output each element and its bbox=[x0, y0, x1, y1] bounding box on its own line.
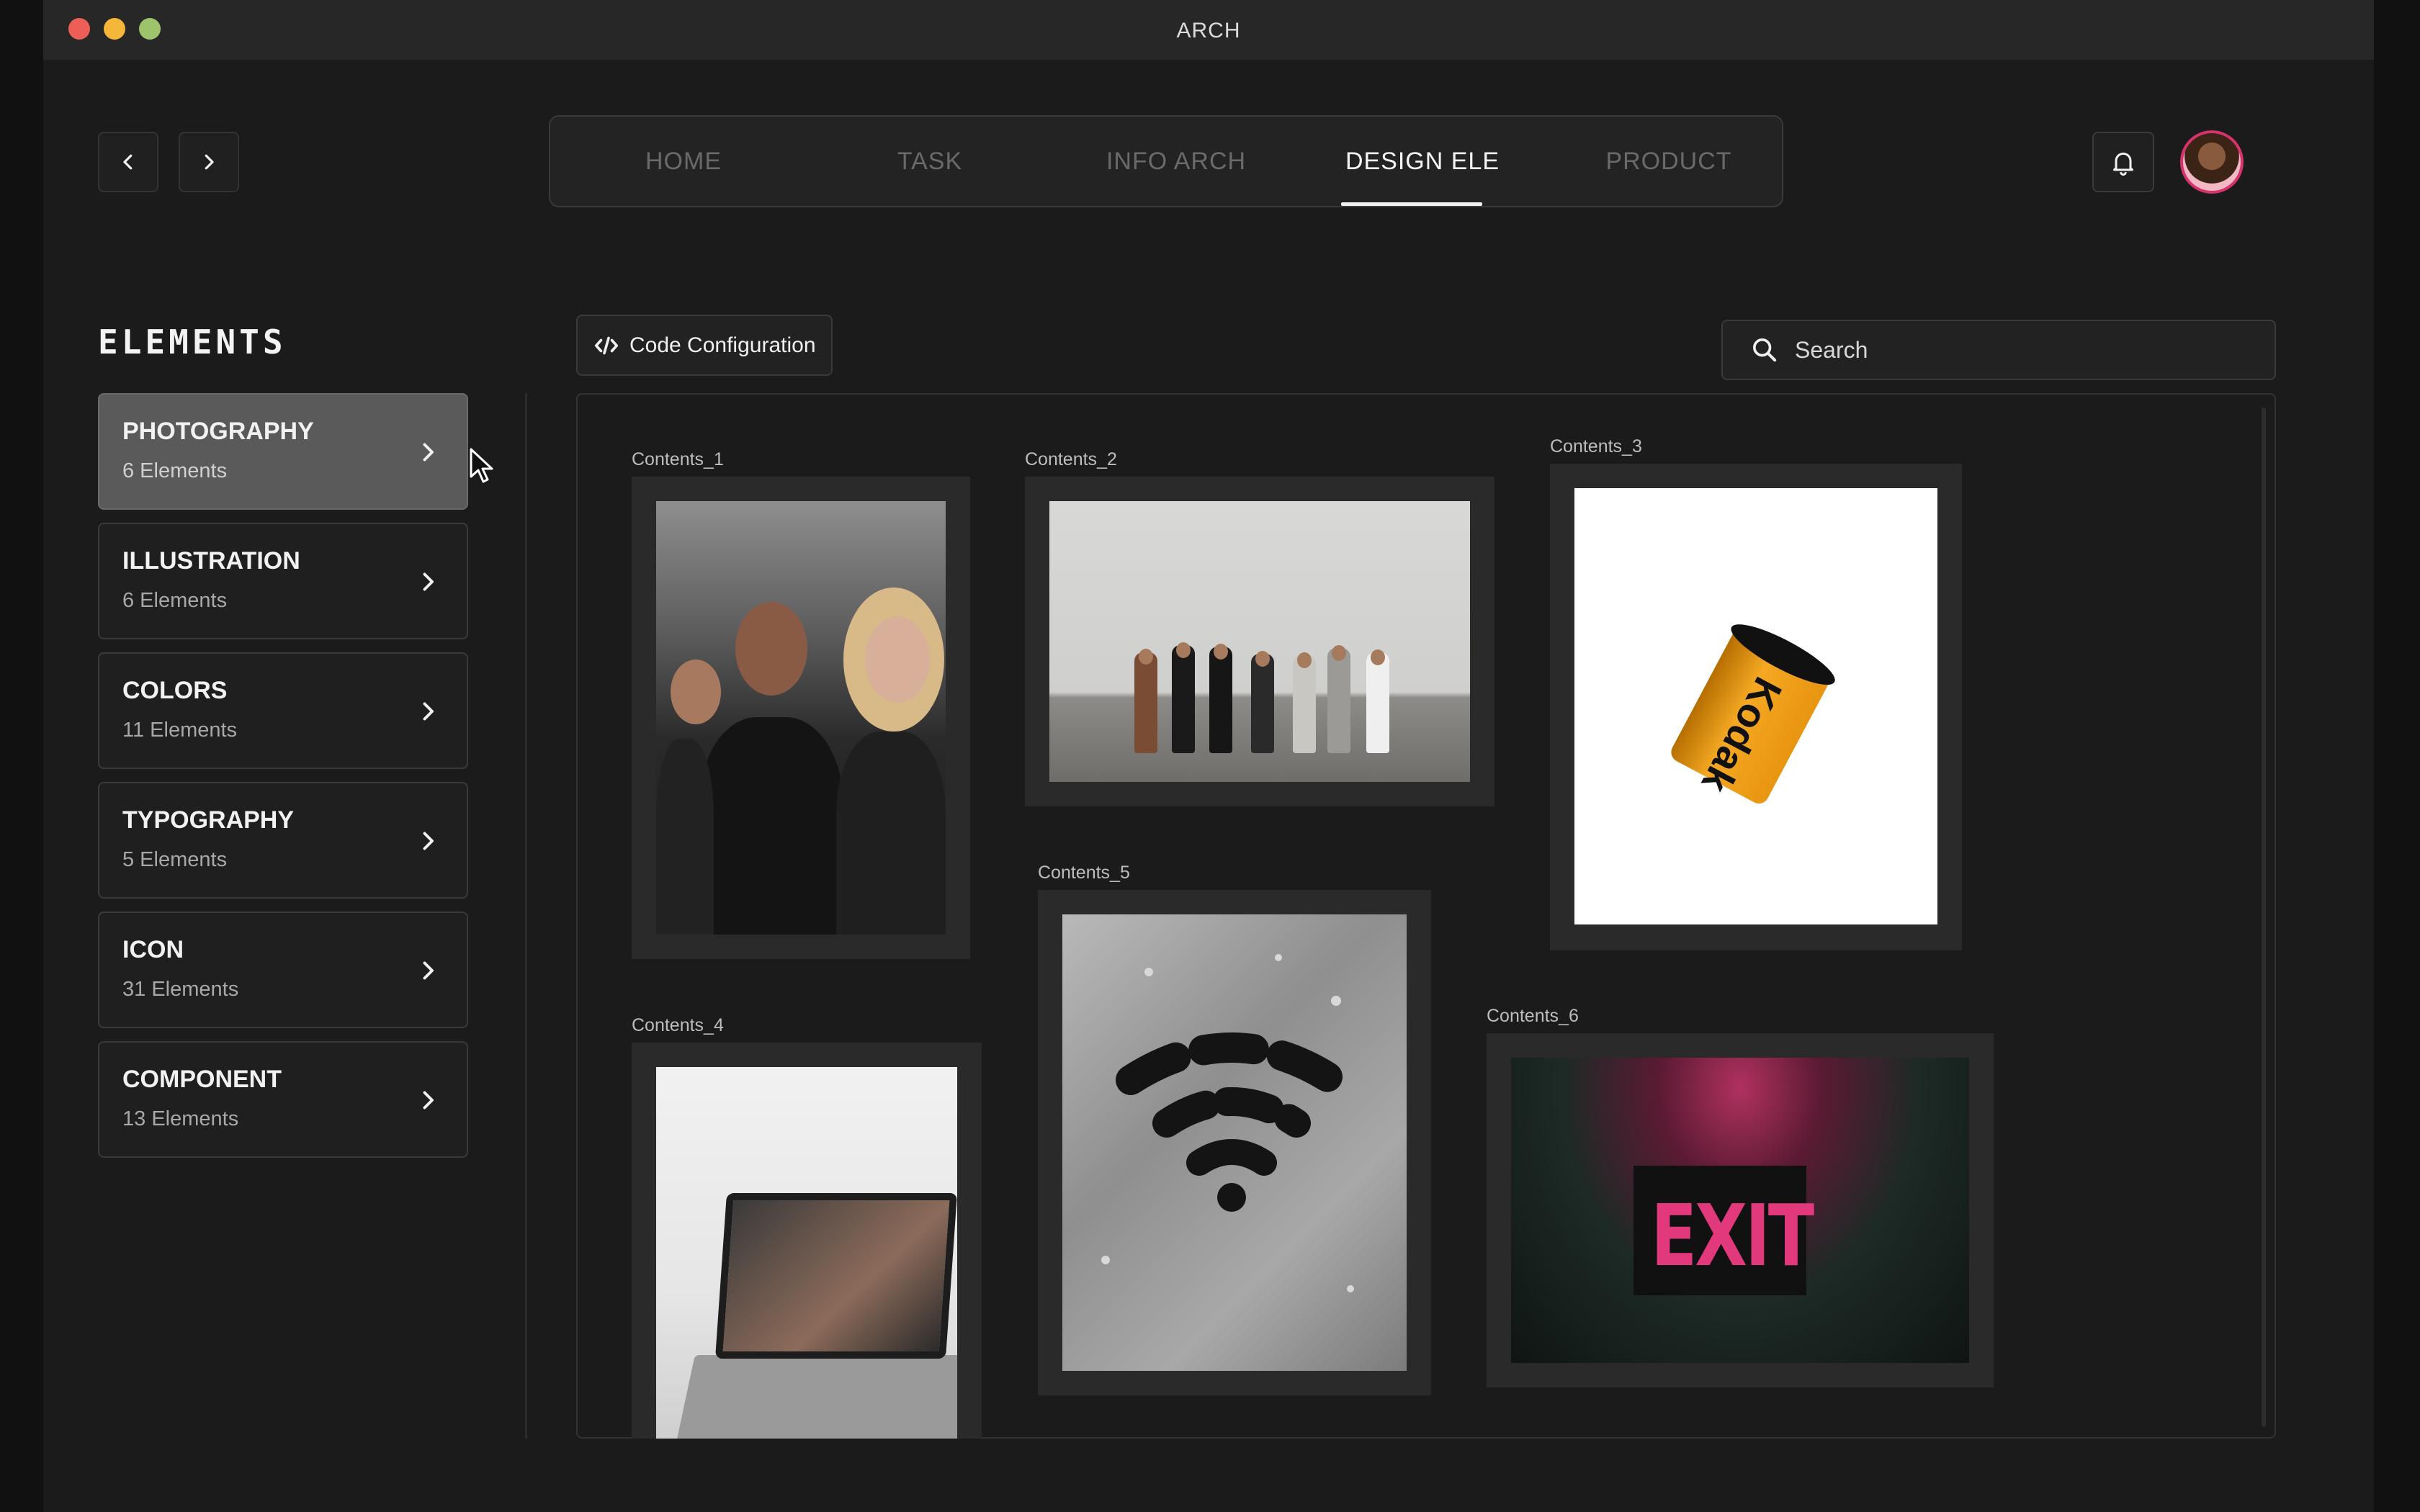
tab-task[interactable]: TASK bbox=[807, 117, 1053, 206]
content-scrollbar[interactable] bbox=[2262, 408, 2266, 1427]
content-card-5[interactable] bbox=[1038, 890, 1431, 1395]
category-typography[interactable]: TYPOGRAPHY 5 Elements bbox=[98, 782, 468, 899]
category-name: PHOTOGRAPHY bbox=[122, 418, 314, 445]
category-count: 6 Elements bbox=[122, 459, 228, 482]
chevron-right-icon bbox=[423, 961, 434, 980]
category-name: ILLUSTRATION bbox=[122, 547, 300, 575]
code-icon bbox=[594, 336, 619, 354]
content-label: Contents_2 bbox=[1025, 449, 1117, 469]
search-input[interactable] bbox=[1795, 336, 2227, 364]
content-card-6[interactable]: EXIT bbox=[1487, 1033, 1994, 1387]
tab-home[interactable]: HOME bbox=[560, 117, 807, 206]
photo-film-canister: Kodak bbox=[1574, 488, 1937, 924]
search-icon bbox=[1753, 338, 1777, 362]
photo-friends-street bbox=[656, 501, 946, 935]
chevron-right-icon bbox=[423, 1091, 434, 1110]
user-avatar[interactable] bbox=[2180, 130, 2244, 194]
photo-wifi-steel bbox=[1062, 914, 1407, 1371]
chevron-right-icon bbox=[423, 832, 434, 850]
main-tab-bar: HOME TASK INFO ARCH DESIGN ELE PRODUCT bbox=[549, 115, 1783, 207]
category-name: COMPONENT bbox=[122, 1066, 282, 1093]
chevron-right-icon bbox=[423, 702, 434, 721]
content-label: Contents_1 bbox=[632, 449, 724, 469]
content-label: Contents_4 bbox=[632, 1015, 724, 1035]
chevron-right-icon bbox=[423, 572, 434, 591]
content-card-3[interactable]: Kodak bbox=[1550, 464, 1962, 950]
content-label: Contents_3 bbox=[1550, 436, 1642, 456]
category-component[interactable]: COMPONENT 13 Elements bbox=[98, 1041, 468, 1158]
code-configuration-label: Code Configuration bbox=[629, 333, 816, 357]
chevron-left-icon bbox=[123, 154, 133, 170]
content-label: Contents_5 bbox=[1038, 863, 1130, 883]
active-tab-indicator bbox=[1341, 202, 1482, 206]
forward-button[interactable] bbox=[179, 132, 239, 192]
tab-product[interactable]: PRODUCT bbox=[1546, 117, 1792, 206]
category-photography[interactable]: PHOTOGRAPHY 6 Elements bbox=[98, 393, 468, 510]
exit-sign-text: EXIT bbox=[1651, 1186, 1814, 1285]
chevron-right-icon bbox=[423, 443, 434, 462]
category-count: 11 Elements bbox=[122, 719, 238, 742]
category-icon[interactable]: ICON 31 Elements bbox=[98, 912, 468, 1028]
chevron-right-icon bbox=[205, 154, 214, 170]
content-card-1[interactable] bbox=[632, 477, 970, 959]
sidebar-divider bbox=[525, 393, 527, 1439]
film-brand-text: Kodak bbox=[1693, 670, 1791, 801]
photo-laptop-videocall bbox=[656, 1067, 957, 1439]
category-count: 5 Elements bbox=[122, 848, 228, 871]
photo-exit-sign: EXIT bbox=[1511, 1058, 1969, 1363]
photo-group-wall bbox=[1049, 501, 1470, 782]
tab-design-ele[interactable]: DESIGN ELE bbox=[1299, 117, 1546, 206]
content-card-4[interactable] bbox=[632, 1043, 982, 1439]
category-name: TYPOGRAPHY bbox=[122, 806, 295, 834]
category-count: 13 Elements bbox=[122, 1107, 239, 1130]
sidebar-title: ELEMENTS bbox=[98, 323, 287, 361]
search-box[interactable] bbox=[1721, 320, 2276, 380]
bell-icon bbox=[2113, 152, 2133, 176]
category-name: COLORS bbox=[122, 677, 228, 704]
mouse-cursor-icon bbox=[470, 448, 493, 483]
title-bar: ARCH bbox=[43, 0, 2374, 60]
category-count: 6 Elements bbox=[122, 589, 228, 612]
category-colors[interactable]: COLORS 11 Elements bbox=[98, 652, 468, 769]
notifications-button[interactable] bbox=[2092, 132, 2154, 192]
wifi-icon bbox=[1101, 954, 1354, 1292]
code-configuration-button[interactable]: Code Configuration bbox=[576, 315, 833, 376]
window-title: ARCH bbox=[1176, 19, 1241, 42]
content-card-2[interactable] bbox=[1025, 477, 1494, 806]
category-illustration[interactable]: ILLUSTRATION 6 Elements bbox=[98, 523, 468, 639]
category-count: 31 Elements bbox=[122, 978, 239, 1001]
back-button[interactable] bbox=[98, 132, 158, 192]
tab-info-arch[interactable]: INFO ARCH bbox=[1053, 117, 1299, 206]
category-name: ICON bbox=[122, 936, 184, 963]
content-label: Contents_6 bbox=[1487, 1006, 1579, 1026]
